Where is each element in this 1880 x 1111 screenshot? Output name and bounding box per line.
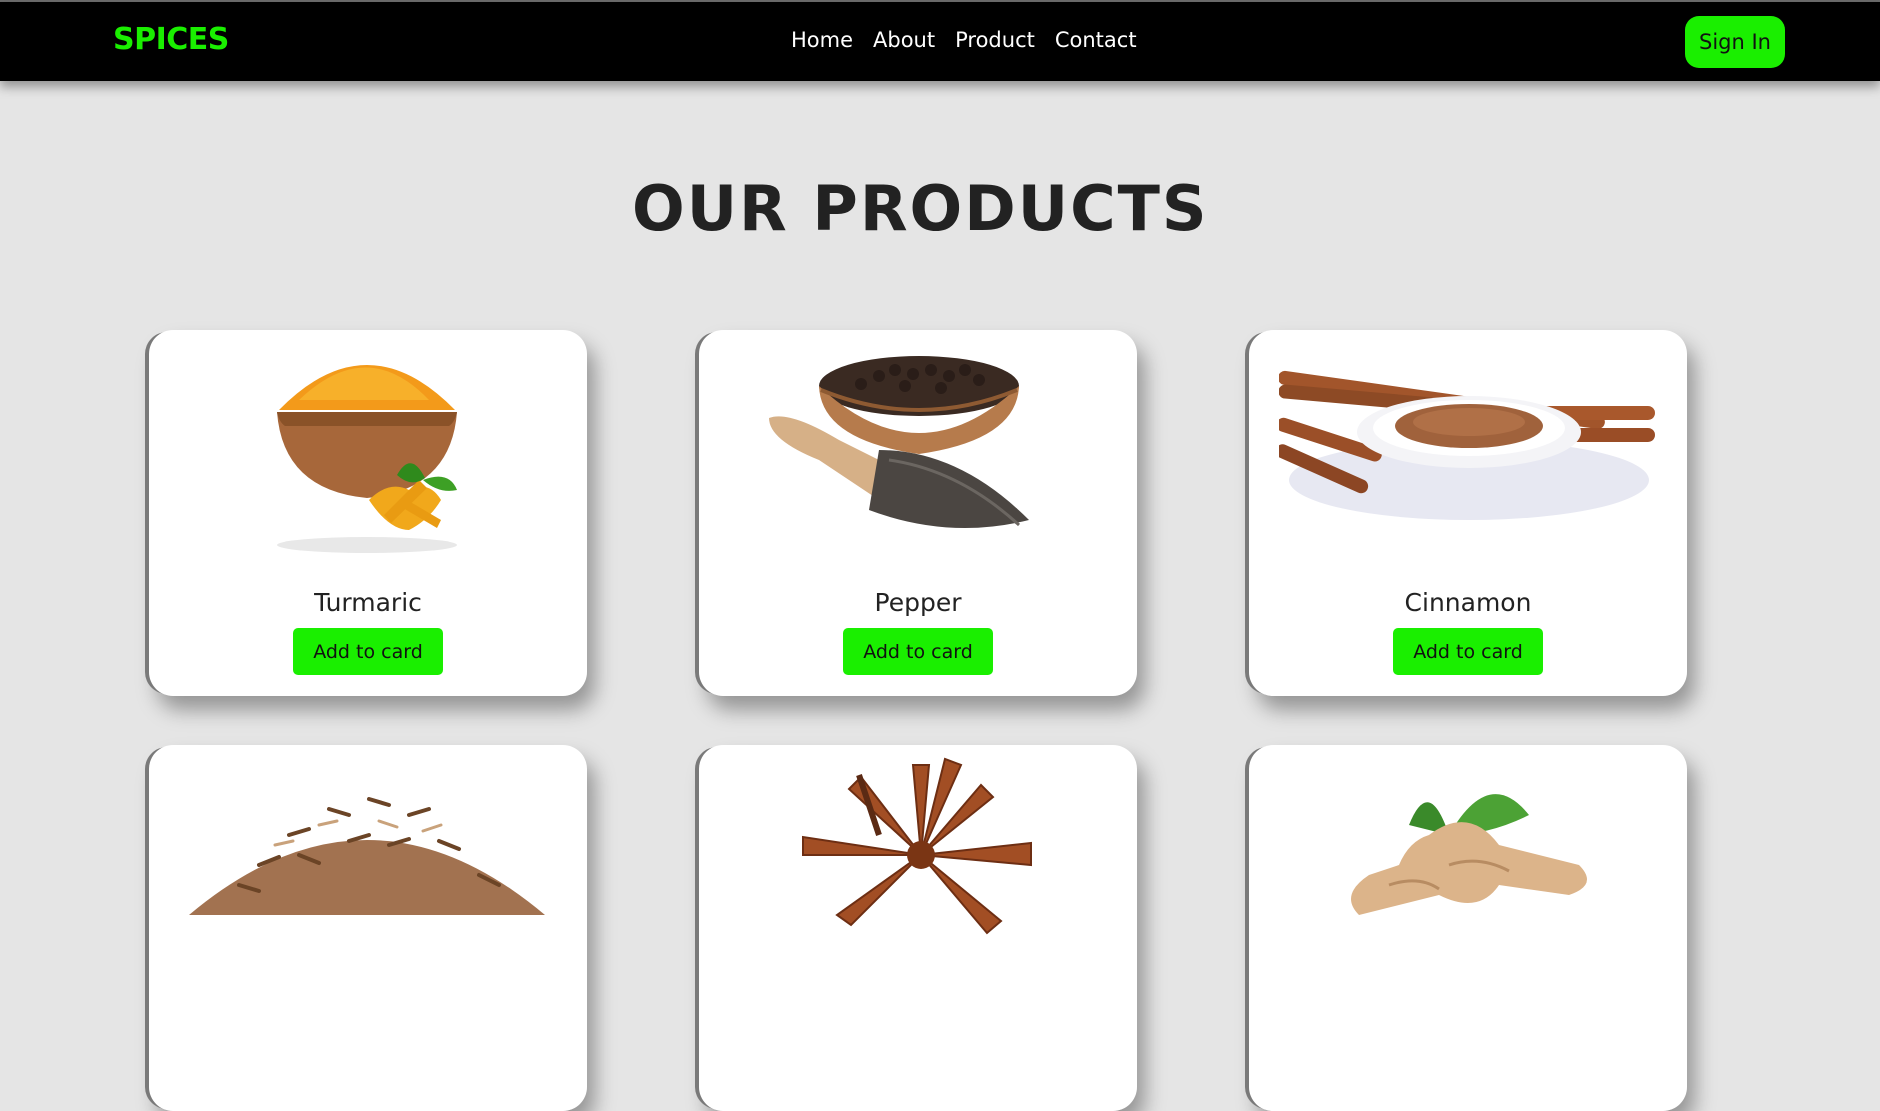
navbar: SPICES Home About Product Contact Sign I… [0, 2, 1880, 81]
cumin-image [179, 745, 555, 975]
pepper-image [729, 330, 1105, 560]
add-to-card-button[interactable]: Add to card [843, 628, 993, 675]
product-card: Cinnamon Add to card [1249, 330, 1687, 696]
product-card [699, 745, 1137, 1111]
product-card: Turmaric Add to card [149, 330, 587, 696]
add-to-card-button[interactable]: Add to card [1393, 628, 1543, 675]
product-name: Turmaric [314, 588, 422, 617]
nav-links: Home About Product Contact [791, 28, 1137, 52]
product-card [149, 745, 587, 1111]
sign-in-button[interactable]: Sign In [1685, 16, 1785, 68]
star-anise-image [729, 745, 1105, 975]
brand-logo[interactable]: SPICES [113, 22, 229, 57]
product-card [1249, 745, 1687, 1111]
nav-link-product[interactable]: Product [955, 28, 1035, 52]
nav-link-home[interactable]: Home [791, 28, 853, 52]
nav-link-about[interactable]: About [873, 28, 935, 52]
product-name: Pepper [874, 588, 962, 617]
turmeric-image [179, 330, 555, 560]
cinnamon-image [1279, 330, 1655, 560]
nav-link-contact[interactable]: Contact [1055, 28, 1137, 52]
add-to-card-button[interactable]: Add to card [293, 628, 443, 675]
product-card: Pepper Add to card [699, 330, 1137, 696]
product-name: Cinnamon [1404, 588, 1532, 617]
page-title: OUR PRODUCTS [632, 172, 1209, 245]
ginger-image [1279, 745, 1655, 975]
